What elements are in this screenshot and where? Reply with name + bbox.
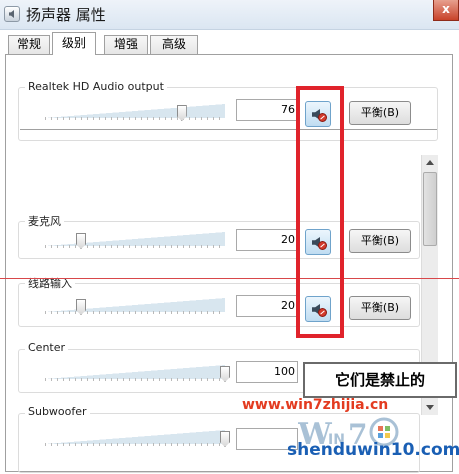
scroll-thumb[interactable]: [423, 172, 437, 246]
watermark-site: shenduwin10.com: [287, 440, 459, 460]
line-in-volume-slider[interactable]: [45, 298, 225, 315]
tab-advanced[interactable]: 高级: [150, 35, 198, 54]
title-bar: 扬声器 属性 x: [0, 0, 459, 30]
tab-general[interactable]: 常规: [8, 35, 50, 54]
microphone-label: 麦克风: [25, 213, 64, 229]
tab-strip: 常规 级别 增强 高级: [0, 30, 459, 55]
output-volume-slider[interactable]: [45, 104, 225, 121]
subwoofer-label: Subwoofer: [25, 405, 90, 418]
annotation-line: [0, 278, 459, 279]
output-volume-value[interactable]: 76: [236, 99, 298, 121]
line-in-balance-button[interactable]: 平衡(B): [349, 296, 411, 320]
microphone-volume-value[interactable]: 20: [236, 229, 298, 251]
output-label: Realtek HD Audio output: [25, 80, 167, 93]
annotation-callout: 它们是禁止的: [303, 362, 457, 398]
scroll-up-icon[interactable]: [426, 160, 434, 165]
center-volume-slider[interactable]: [45, 365, 230, 382]
divider: [20, 129, 437, 130]
speaker-icon: [4, 6, 20, 22]
window-title: 扬声器 属性: [26, 6, 106, 24]
tab-levels[interactable]: 级别: [52, 32, 96, 55]
microphone-balance-button[interactable]: 平衡(B): [349, 229, 411, 253]
center-label: Center: [25, 341, 69, 354]
microphone-volume-slider[interactable]: [45, 232, 225, 249]
tab-enhancements[interactable]: 增强: [104, 35, 148, 54]
annotation-highlight-box: [296, 86, 344, 338]
subwoofer-volume-slider[interactable]: [45, 430, 230, 447]
close-button[interactable]: x: [433, 0, 459, 21]
scroll-down-icon[interactable]: [426, 405, 434, 410]
line-in-volume-value[interactable]: 20: [236, 295, 298, 317]
center-volume-value[interactable]: 100: [236, 361, 298, 383]
watermark-url: www.win7zhijia.cn: [242, 397, 389, 413]
output-balance-button[interactable]: 平衡(B): [349, 101, 411, 125]
